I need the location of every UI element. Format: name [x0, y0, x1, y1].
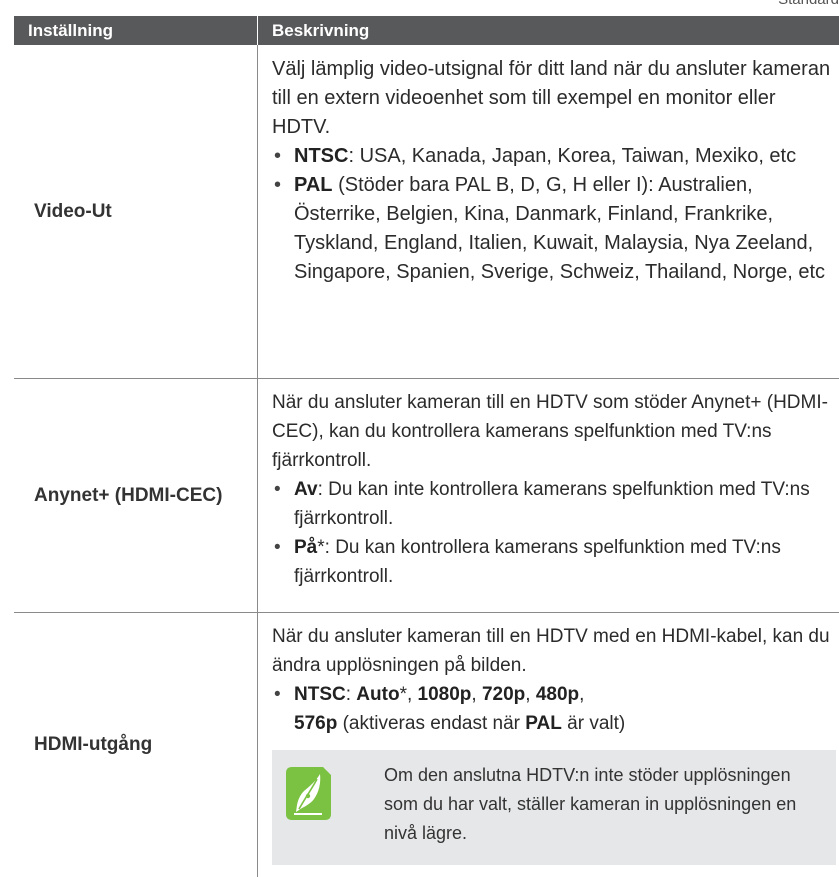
option-text: ,: [471, 684, 482, 705]
option-value: 576p: [294, 713, 338, 734]
option-label: Av: [294, 479, 318, 500]
setting-name: HDMI-utgång: [34, 734, 153, 755]
table-row-hdmi-output: HDMI-utgång När du ansluter kameran till…: [14, 613, 839, 877]
option-text: är valt): [561, 713, 626, 734]
setting-description: När du ansluter kameran till en HDTV med…: [258, 613, 839, 877]
option-value: 1080p: [417, 684, 472, 705]
option-item: NTSC: Auto*, 1080p, 720p, 480p, 576p (ak…: [272, 680, 839, 738]
description-intro: Välj lämplig video-utsignal för ditt lan…: [272, 58, 831, 138]
option-value: 720p: [481, 684, 526, 705]
option-text: (aktiveras endast när: [337, 713, 526, 734]
option-label: NTSC: [294, 684, 346, 705]
setting-name: Video-Ut: [34, 200, 112, 222]
option-label: NTSC: [294, 145, 349, 167]
option-text: : USA, Kanada, Japan, Korea, Taiwan, Mex…: [348, 145, 797, 167]
description-intro: När du ansluter kameran till en HDTV som…: [272, 392, 828, 471]
option-list: NTSC: USA, Kanada, Japan, Korea, Taiwan,…: [272, 142, 839, 287]
option-list: NTSC: Auto*, 1080p, 720p, 480p, 576p (ak…: [272, 680, 839, 738]
table-row-video-out: Video-Ut Välj lämplig video-utsignal för…: [14, 45, 839, 379]
header-setting: Inställning: [28, 20, 113, 40]
option-text: ,: [579, 684, 585, 705]
setting-description: När du ansluter kameran till en HDTV som…: [258, 379, 839, 612]
option-value: Auto: [356, 684, 400, 705]
pen-nib-icon: [286, 767, 331, 820]
setting-name: Anynet+ (HDMI-CEC): [34, 484, 223, 506]
option-text: :: [345, 684, 357, 705]
option-text: (Stöder bara PAL B, D, G, H eller I): Au…: [294, 174, 826, 283]
option-item: Av: Du kan inte kontrollera kamerans spe…: [272, 475, 839, 533]
table-row-anynet: Anynet+ (HDMI-CEC) När du ansluter kamer…: [14, 379, 839, 613]
note-box: Om den anslutna HDTV:n inte stöder upplö…: [272, 750, 836, 865]
table-header: Inställning Beskrivning: [14, 16, 839, 45]
setting-description: Välj lämplig video-utsignal för ditt lan…: [258, 45, 839, 378]
option-value: PAL: [525, 713, 562, 734]
option-text: ,: [525, 684, 536, 705]
corner-text: Standard: [778, 0, 839, 8]
settings-table: Inställning Beskrivning Video-Ut Välj lä…: [14, 16, 839, 877]
option-label: På: [294, 537, 318, 558]
header-description: Beskrivning: [272, 20, 370, 40]
description-intro: När du ansluter kameran till en HDTV med…: [272, 626, 830, 676]
option-text: : Du kan inte kontrollera kamerans spelf…: [294, 479, 810, 529]
option-item: NTSC: USA, Kanada, Japan, Korea, Taiwan,…: [272, 142, 839, 171]
note-text: Om den anslutna HDTV:n inte stöder upplö…: [384, 765, 797, 843]
option-text: *,: [399, 684, 418, 705]
option-item: På*: Du kan kontrollera kamerans spelfun…: [272, 533, 839, 591]
option-label: PAL: [294, 174, 333, 196]
option-value: 480p: [535, 684, 580, 705]
option-item: PAL (Stöder bara PAL B, D, G, H eller I)…: [272, 171, 839, 287]
option-text: *: Du kan kontrollera kamerans spelfunkt…: [294, 537, 781, 587]
option-list: Av: Du kan inte kontrollera kamerans spe…: [272, 475, 839, 591]
